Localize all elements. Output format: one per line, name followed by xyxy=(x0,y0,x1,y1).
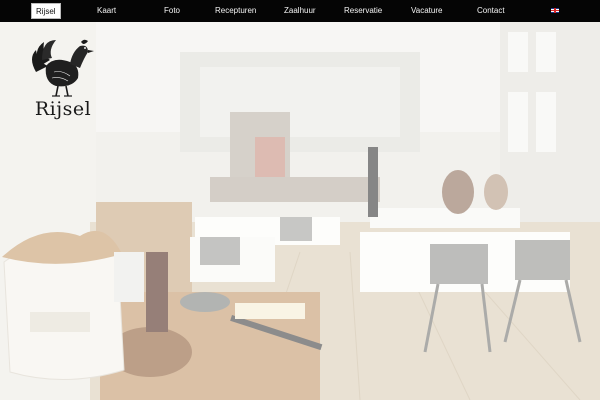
nav-item-foto[interactable]: Foto xyxy=(164,0,180,22)
nav-item-zaalhuur[interactable]: Zaalhuur xyxy=(284,0,316,22)
rooster-icon xyxy=(32,39,94,97)
top-navigation: Rijsel Kaart Foto Recepturen Zaalhuur Re… xyxy=(0,0,600,22)
nav-item-reservatie[interactable]: Reservatie xyxy=(344,0,382,22)
rijsel-logo[interactable]: Rijsel xyxy=(28,36,100,126)
nav-item-contact[interactable]: Contact xyxy=(477,0,505,22)
nav-item-kaart[interactable]: Kaart xyxy=(97,0,116,22)
nav-item-recepturen[interactable]: Recepturen xyxy=(215,0,256,22)
nav-home-rijsel[interactable]: Rijsel xyxy=(31,3,61,19)
logo-wordmark: Rijsel xyxy=(34,98,92,120)
english-flag-icon[interactable] xyxy=(551,8,559,13)
nav-item-vacature[interactable]: Vacature xyxy=(411,0,442,22)
